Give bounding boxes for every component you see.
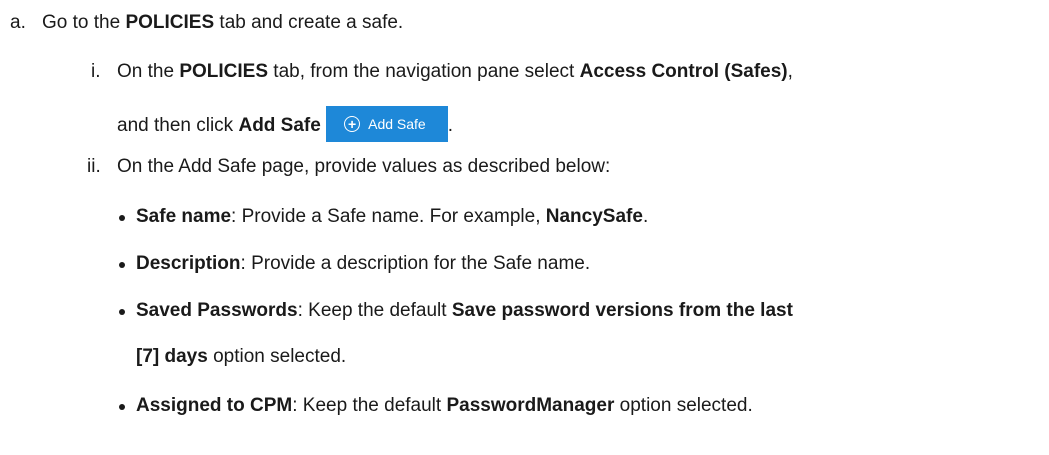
step-a-text: Go to the POLICIES tab and create a safe…: [42, 11, 403, 35]
step-i-text-6: .: [447, 115, 453, 137]
add-safe-button[interactable]: + Add Safe: [326, 106, 448, 142]
safe-name-text-1: : Provide a Safe name. For example,: [231, 206, 546, 227]
add-safe-button-label: Add Safe: [368, 116, 426, 132]
step-a-text-1: Go to the: [42, 12, 126, 33]
step-a-marker: a.: [10, 12, 26, 33]
access-control-ref: Access Control (Safes): [579, 61, 788, 82]
saved-passwords-text-1: : Keep the default: [297, 300, 452, 321]
assigned-cpm-label: Assigned to CPM: [136, 395, 293, 416]
assigned-cpm-text-2: option selected.: [614, 395, 753, 416]
bullet-saved-passwords-line-1: Saved Passwords: Keep the default Save p…: [136, 299, 793, 323]
bullet-dot: [119, 309, 125, 315]
safe-name-text-2: .: [642, 206, 649, 227]
step-ii-text: On the Add Safe page, provide values as …: [117, 156, 611, 177]
password-manager-ref: PasswordManager: [446, 395, 615, 416]
policies-tab-ref: POLICIES: [125, 12, 215, 33]
step-i-text-2: tab, from the navigation pane select: [268, 61, 580, 82]
policies-tab-ref: POLICIES: [179, 61, 269, 82]
step-i-line-1: On the POLICIES tab, from the navigation…: [117, 60, 793, 84]
saved-passwords-label: Saved Passwords: [136, 300, 298, 321]
step-i-text-3: ,: [787, 61, 793, 82]
step-i-marker: i.: [91, 61, 101, 82]
safe-name-label: Safe name: [136, 206, 232, 227]
bullet-saved-passwords-line-2: [7] days option selected.: [136, 345, 346, 369]
seven-days-ref: [7] days: [136, 346, 208, 367]
step-i-line-2: and then click Add Safe + Add Safe.: [117, 106, 453, 144]
saved-passwords-text-2: option selected.: [207, 346, 347, 367]
nancysafe-ref: NancySafe: [545, 206, 643, 227]
description-label: Description: [136, 253, 241, 274]
assigned-cpm-text-1: : Keep the default: [292, 395, 447, 416]
bullet-dot: [119, 215, 125, 221]
add-safe-ref: Add Safe: [238, 115, 321, 137]
bullet-dot: [119, 404, 125, 410]
plus-circle-icon: +: [344, 116, 361, 132]
bullet-assigned-cpm: Assigned to CPM: Keep the default Passwo…: [136, 394, 753, 418]
bullet-dot: [119, 262, 125, 268]
bullet-description: Description: Provide a description for t…: [136, 252, 590, 276]
step-i-text-1: On the: [117, 61, 180, 82]
save-versions-option-ref: Save password versions from the last: [451, 300, 793, 321]
step-i-text-4: and then click: [117, 115, 239, 137]
step-a-text-2: tab and create a safe.: [214, 12, 404, 33]
bullet-safe-name: Safe name: Provide a Safe name. For exam…: [136, 205, 648, 229]
step-ii-marker: ii.: [87, 156, 101, 177]
description-text: : Provide a description for the Safe nam…: [240, 253, 591, 274]
